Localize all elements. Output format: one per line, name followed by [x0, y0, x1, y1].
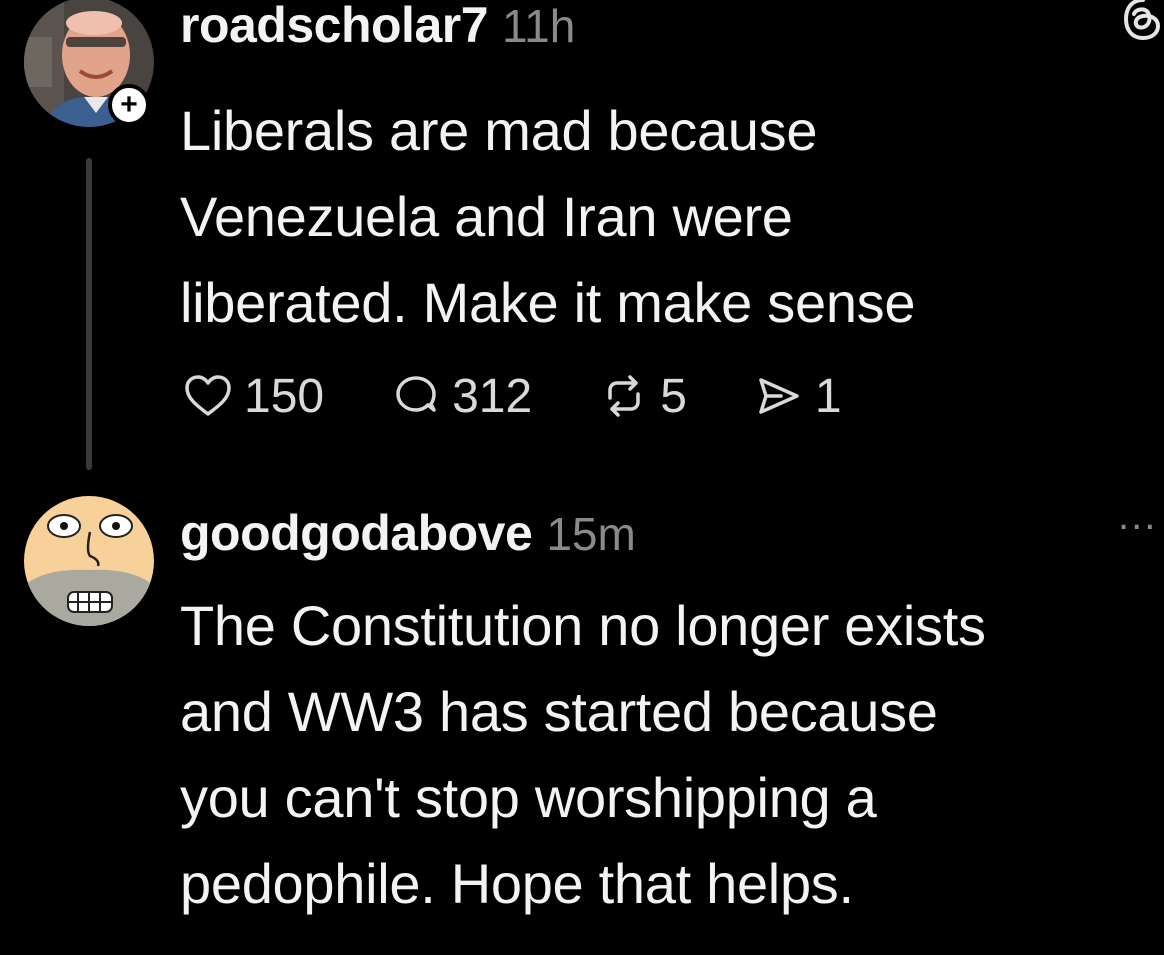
share-button[interactable]: 1	[751, 368, 842, 424]
timestamp: 11h	[502, 0, 576, 52]
avatar-cartoon-face	[24, 496, 154, 626]
share-count: 1	[814, 369, 842, 423]
comment-icon	[396, 376, 436, 412]
follow-plus-icon[interactable]: +	[108, 84, 150, 126]
thread-connector-line	[86, 158, 92, 470]
post-header: roadscholar7 11h	[180, 0, 575, 54]
post-text: Liberals are mad because Venezuela and I…	[180, 99, 916, 334]
post-header: goodgodabove 15m	[180, 504, 636, 562]
send-icon	[759, 378, 799, 414]
post-goodgodabove: ... goodgodabove 15m The Constitution no…	[0, 490, 1164, 955]
repost-icon	[608, 375, 640, 417]
username[interactable]: goodgodabove	[180, 504, 533, 562]
repost-button[interactable]: 5	[596, 368, 687, 424]
post-text: The Constitution no longer exists and WW…	[180, 594, 986, 915]
like-count: 150	[244, 369, 325, 423]
repost-count: 5	[660, 369, 687, 423]
avatar[interactable]	[24, 496, 154, 626]
post-roadscholar7: + roadscholar7 11h Liberals are mad beca…	[0, 0, 1164, 490]
post-actions: 150 312 5 1	[180, 368, 906, 424]
reply-count: 312	[452, 369, 533, 423]
heart-icon	[185, 375, 231, 416]
timestamp: 15m	[546, 508, 636, 560]
like-button[interactable]: 150	[180, 368, 324, 424]
more-options-button[interactable]: ...	[1118, 496, 1157, 536]
reply-button[interactable]: 312	[388, 368, 532, 424]
username[interactable]: roadscholar7	[180, 0, 489, 54]
